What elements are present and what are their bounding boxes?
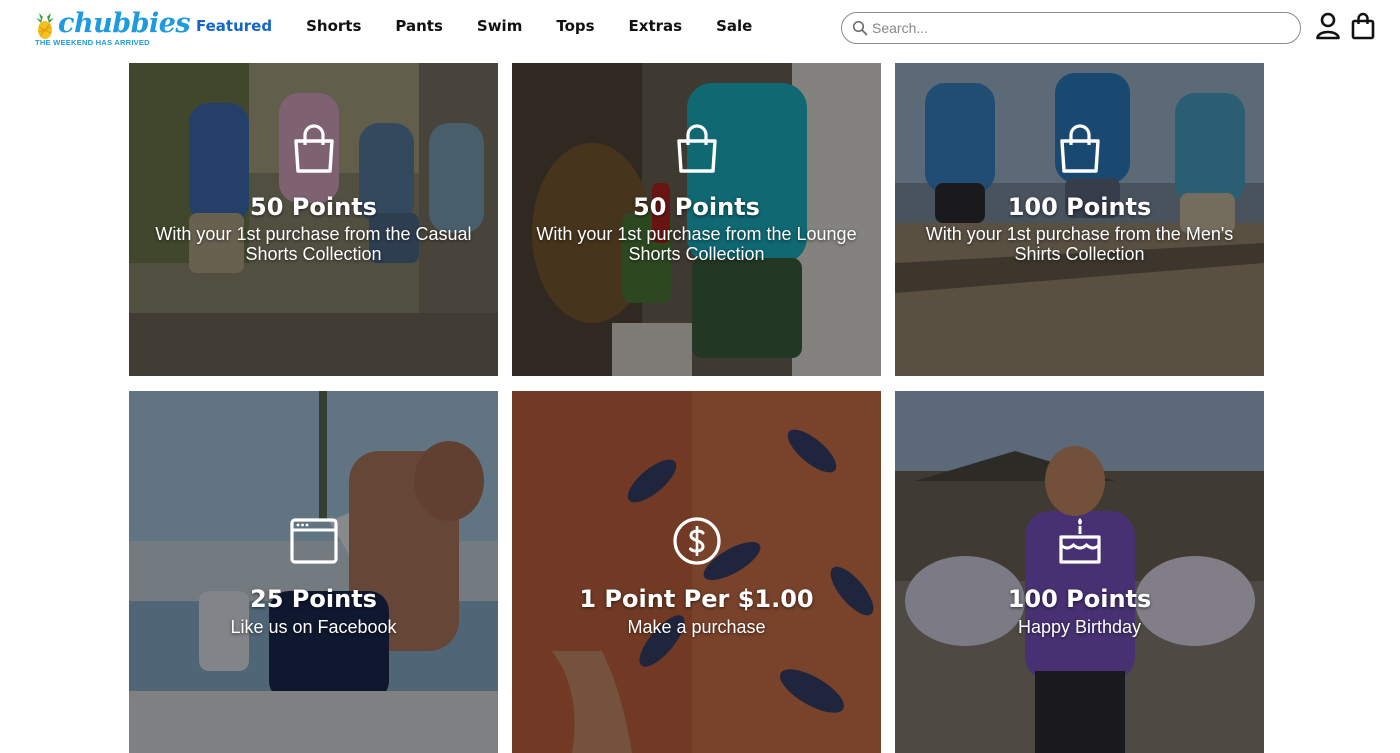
site-header: chubbies THE WEEKEND HAS ARRIVED Feature… [0,0,1400,56]
nav-item-extras[interactable]: Extras [629,17,683,39]
reward-title: 100 Points [1007,585,1152,613]
reward-title: 50 Points [250,193,377,221]
reward-description: With your 1st purchase from the Men's Sh… [925,224,1234,264]
nav-item-pants[interactable]: Pants [395,17,443,39]
reward-title: 50 Points [633,193,760,221]
reward-tile-birthday[interactable]: 100 Points Happy Birthday [895,391,1264,753]
browser-window-icon [289,518,338,564]
shopping-bag-icon [676,124,717,173]
nav-item-featured[interactable]: Featured [196,17,272,39]
reward-tile-mens-shirts[interactable]: 100 Points With your 1st purchase from t… [895,63,1264,376]
reward-title: 1 Point Per $1.00 [579,585,814,613]
nav-item-shorts[interactable]: Shorts [306,17,361,39]
pineapple-icon [36,10,54,39]
brand-tagline: THE WEEKEND HAS ARRIVED [35,38,150,47]
search-icon [852,20,868,36]
reward-description: Happy Birthday [1017,617,1142,637]
nav-item-tops[interactable]: Tops [556,17,594,39]
brand-wordmark: chubbies [58,8,191,39]
shopping-bag-icon [293,124,334,173]
main-nav: Featured Shorts Pants Swim Tops Extras S… [196,17,786,39]
reward-title: 25 Points [250,585,377,613]
reward-tile-casual-shorts[interactable]: 50 Points With your 1st purchase from th… [129,63,498,376]
brand-logo[interactable]: chubbies THE WEEKEND HAS ARRIVED [34,8,191,50]
user-icon[interactable] [1315,12,1341,40]
nav-item-swim[interactable]: Swim [477,17,522,39]
reward-tile-facebook[interactable]: 25 Points Like us on Facebook [129,391,498,753]
reward-description: With your 1st purchase from the Lounge S… [536,224,857,264]
reward-description: With your 1st purchase from the Casual S… [155,224,472,264]
search-input[interactable] [872,17,1292,39]
dollar-coin-icon [672,517,721,565]
shopping-bag-icon[interactable] [1350,12,1376,40]
search-bar[interactable] [841,12,1301,44]
shopping-bag-icon [1059,124,1100,173]
nav-item-sale[interactable]: Sale [716,17,752,39]
reward-tile-lounge-shorts[interactable]: 50 Points With your 1st purchase from th… [512,63,881,376]
reward-title: 100 Points [1007,193,1152,221]
reward-tile-purchase[interactable]: 1 Point Per $1.00 Make a purchase [512,391,881,753]
reward-description: Make a purchase [627,617,766,637]
birthday-cake-icon [1058,518,1101,564]
reward-description: Like us on Facebook [230,617,397,637]
